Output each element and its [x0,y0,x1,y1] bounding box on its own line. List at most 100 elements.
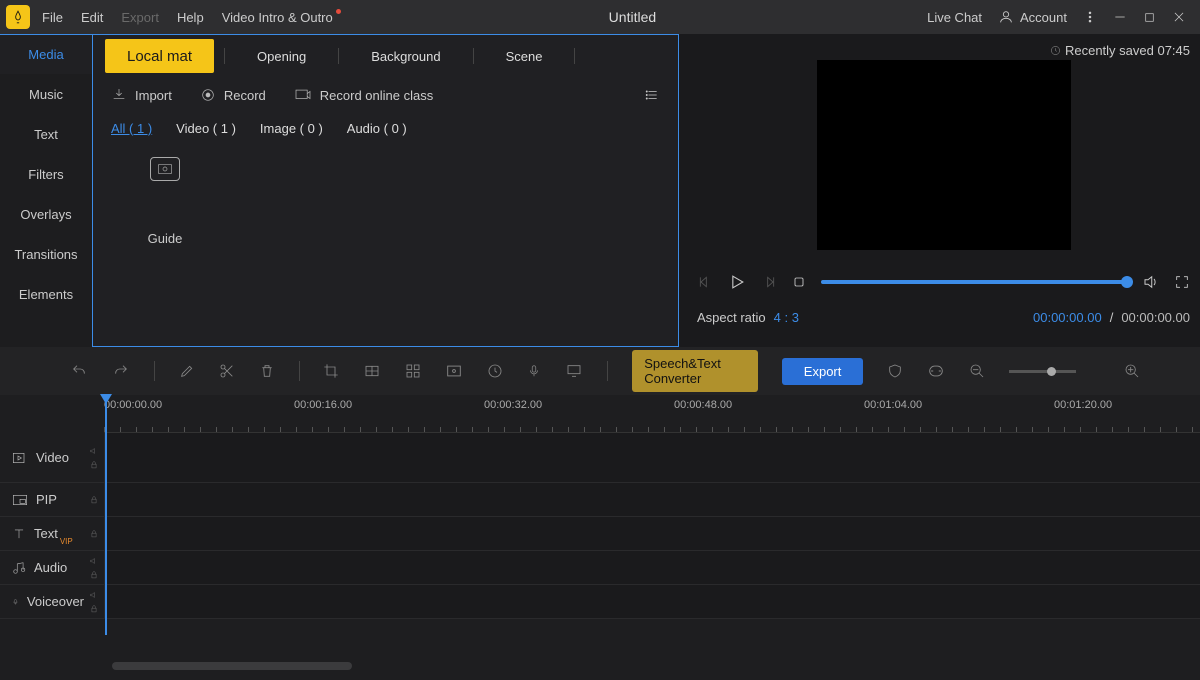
voiceover-icon[interactable] [527,363,541,379]
source-tab-scene[interactable]: Scene [484,39,565,73]
menu-file[interactable]: File [42,10,63,25]
source-tab-local[interactable]: Local mat [105,39,214,73]
menu-items: File Edit Export Help Video Intro & Outr… [42,10,338,25]
account-label: Account [1020,10,1067,25]
ruler-tick: 00:00:16.00 [294,399,352,411]
import-label: Import [135,88,172,103]
sidebar-tab-filters[interactable]: Filters [0,154,92,194]
ruler-tick: 00:00:48.00 [674,399,732,411]
kebab-menu-icon[interactable] [1083,10,1097,24]
speech-text-button[interactable]: Speech&Text Converter [632,350,758,392]
record-online-button[interactable]: Record online class [294,88,433,103]
aspect-value[interactable]: 4 : 3 [774,310,799,325]
undo-button[interactable] [70,363,88,379]
timeline-toolbar: Speech&Text Converter Export [0,347,1200,395]
zoom-in-button[interactable] [1124,363,1140,379]
track-label: PIP [36,492,57,507]
track-text: TextVIP [0,517,1200,551]
menu-export[interactable]: Export [121,10,159,25]
track-lane[interactable] [104,585,1200,618]
export-button[interactable]: Export [782,358,864,385]
track-lane[interactable] [104,433,1200,482]
duration-icon[interactable] [487,363,503,379]
shield-icon[interactable] [887,363,903,379]
playhead[interactable] [105,395,107,635]
track-video: Video [0,433,1200,483]
filter-video[interactable]: Video ( 1 ) [176,121,236,136]
crop-icon[interactable] [323,363,339,379]
sidebar-tab-transitions[interactable]: Transitions [0,234,92,274]
media-actions: Import Record Record online class [93,77,678,113]
ruler-tick: 00:00:00.00 [104,399,162,411]
sidebar-tab-overlays[interactable]: Overlays [0,194,92,234]
track-lane[interactable] [104,483,1200,516]
account-button[interactable]: Account [998,9,1067,25]
track-audio: Audio [0,551,1200,585]
source-tab-opening[interactable]: Opening [235,39,328,73]
track-lane[interactable] [104,517,1200,550]
fullscreen-button[interactable] [1174,274,1190,290]
time-current: 00:00:00.00 [1033,310,1102,325]
record-button[interactable]: Record [200,87,266,103]
media-grid: Guide [93,143,678,346]
edit-icon[interactable] [179,363,195,379]
timeline: 00:00:00.00 00:00:16.00 00:00:32.00 00:0… [0,395,1200,680]
zoom-out-button[interactable] [969,363,985,379]
window-title: Untitled [338,9,927,25]
import-button[interactable]: Import [111,87,172,103]
aspect-label: Aspect ratio [697,310,766,325]
track-label: Audio [34,560,67,575]
list-view-icon[interactable] [644,88,660,102]
filter-image[interactable]: Image ( 0 ) [260,121,323,136]
source-tab-background[interactable]: Background [349,39,462,73]
media-panel: Local mat Opening Background Scene Impor… [92,34,679,347]
fit-icon[interactable] [927,364,945,378]
source-tabs: Local mat Opening Background Scene [93,35,678,77]
preview-pane: Recently saved 07:45 Aspect ratio 4 : 3 … [679,34,1200,347]
media-item-label: Guide [148,231,183,246]
sidebar-tab-elements[interactable]: Elements [0,274,92,314]
time-ruler[interactable]: 00:00:00.00 00:00:16.00 00:00:32.00 00:0… [104,395,1200,433]
menu-edit[interactable]: Edit [81,10,103,25]
screen-icon[interactable] [565,363,583,379]
track-pip: PIP [0,483,1200,517]
sidebar-tab-media[interactable]: Media [0,34,92,74]
play-button[interactable] [727,272,747,292]
ruler-tick: 00:00:32.00 [484,399,542,411]
record-online-label: Record online class [320,88,433,103]
filter-audio[interactable]: Audio ( 0 ) [347,121,407,136]
time-total: 00:00:00.00 [1121,310,1190,325]
ruler-tick: 00:01:20.00 [1054,399,1112,411]
track-voiceover: Voiceover [0,585,1200,619]
seek-bar[interactable] [821,280,1128,284]
delete-icon[interactable] [259,363,275,379]
menubar: File Edit Export Help Video Intro & Outr… [0,0,1200,34]
track-label: Video [36,450,69,465]
track-lane[interactable] [104,551,1200,584]
menu-intro-outro[interactable]: Video Intro & Outro [222,10,338,25]
ruler-tick: 00:01:04.00 [864,399,922,411]
timeline-scrollbar[interactable] [112,662,352,670]
zoom-frame-icon[interactable] [445,364,463,378]
grid-icon[interactable] [405,363,421,379]
menu-help[interactable]: Help [177,10,204,25]
filter-all[interactable]: All ( 1 ) [111,121,152,136]
mosaic-icon[interactable] [363,363,381,379]
sidebar-tab-music[interactable]: Music [0,74,92,114]
minimize-button[interactable] [1113,10,1127,24]
playback-controls [697,260,1190,304]
prev-frame-button[interactable] [697,274,713,290]
live-chat-link[interactable]: Live Chat [927,10,982,25]
media-item-guide[interactable]: Guide [135,157,195,246]
split-icon[interactable] [219,363,235,379]
volume-button[interactable] [1142,273,1160,291]
sidebar-tab-text[interactable]: Text [0,114,92,154]
maximize-button[interactable] [1143,11,1156,24]
close-button[interactable] [1172,10,1186,24]
zoom-slider[interactable] [1009,370,1076,373]
redo-button[interactable] [112,363,130,379]
next-frame-button[interactable] [761,274,777,290]
stop-button[interactable] [791,274,807,290]
track-label: Voiceover [27,594,84,609]
record-label: Record [224,88,266,103]
